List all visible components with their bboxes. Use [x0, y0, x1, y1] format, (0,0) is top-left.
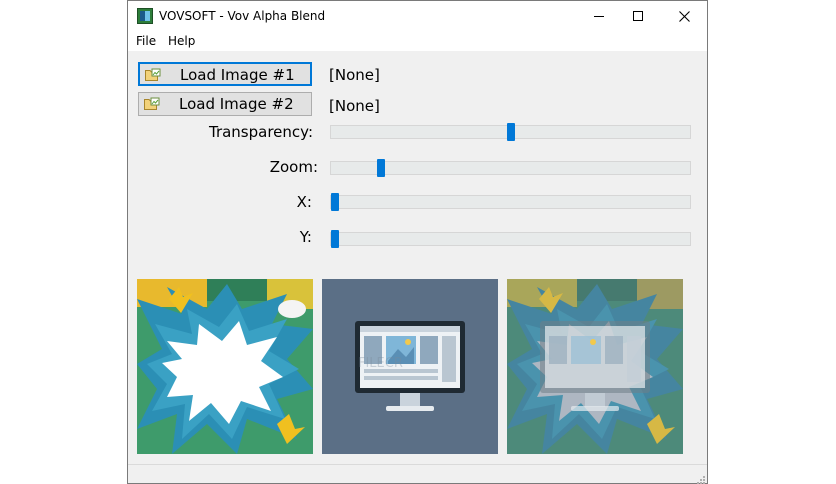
- load-image-1-button[interactable]: Load Image #1: [138, 62, 312, 86]
- folder-image-icon: [144, 97, 160, 111]
- status-bar: [128, 464, 707, 484]
- x-thumb[interactable]: [331, 193, 339, 211]
- menu-file[interactable]: File: [136, 34, 156, 48]
- menu-help[interactable]: Help: [168, 34, 195, 48]
- close-icon[interactable]: [661, 1, 707, 31]
- window-title: VOVSOFT - Vov Alpha Blend: [159, 9, 326, 23]
- y-thumb[interactable]: [331, 230, 339, 248]
- x-label: X:: [296, 193, 312, 211]
- menu-bar: File Help: [128, 31, 707, 51]
- preview-image-2: FILECR: [322, 279, 498, 454]
- transparency-label: Transparency:: [208, 123, 313, 141]
- app-icon: [137, 8, 153, 24]
- image-2-path: [None]: [329, 97, 380, 115]
- zoom-label: Zoom:: [269, 158, 318, 176]
- title-bar[interactable]: VOVSOFT - Vov Alpha Blend: [128, 1, 707, 31]
- zoom-slider[interactable]: [330, 159, 691, 177]
- resize-grip-icon[interactable]: [695, 471, 705, 484]
- preview-image-1: [137, 279, 313, 454]
- transparency-thumb[interactable]: [507, 123, 515, 141]
- app-window: VOVSOFT - Vov Alpha Blend File Help Load…: [127, 0, 708, 484]
- folder-image-icon: [145, 68, 161, 82]
- maximize-icon[interactable]: [615, 1, 661, 31]
- zoom-thumb[interactable]: [377, 159, 385, 177]
- transparency-slider[interactable]: [330, 123, 691, 141]
- y-label: Y:: [299, 228, 312, 246]
- load-image-2-button[interactable]: Load Image #2: [138, 92, 312, 116]
- x-slider[interactable]: [330, 193, 691, 211]
- load-image-2-label: Load Image #2: [179, 95, 294, 113]
- image-1-path: [None]: [329, 66, 380, 84]
- svg-text:FILECR: FILECR: [358, 356, 403, 371]
- preview-blended: [507, 279, 683, 454]
- y-slider[interactable]: [330, 230, 691, 248]
- load-image-1-label: Load Image #1: [180, 66, 295, 84]
